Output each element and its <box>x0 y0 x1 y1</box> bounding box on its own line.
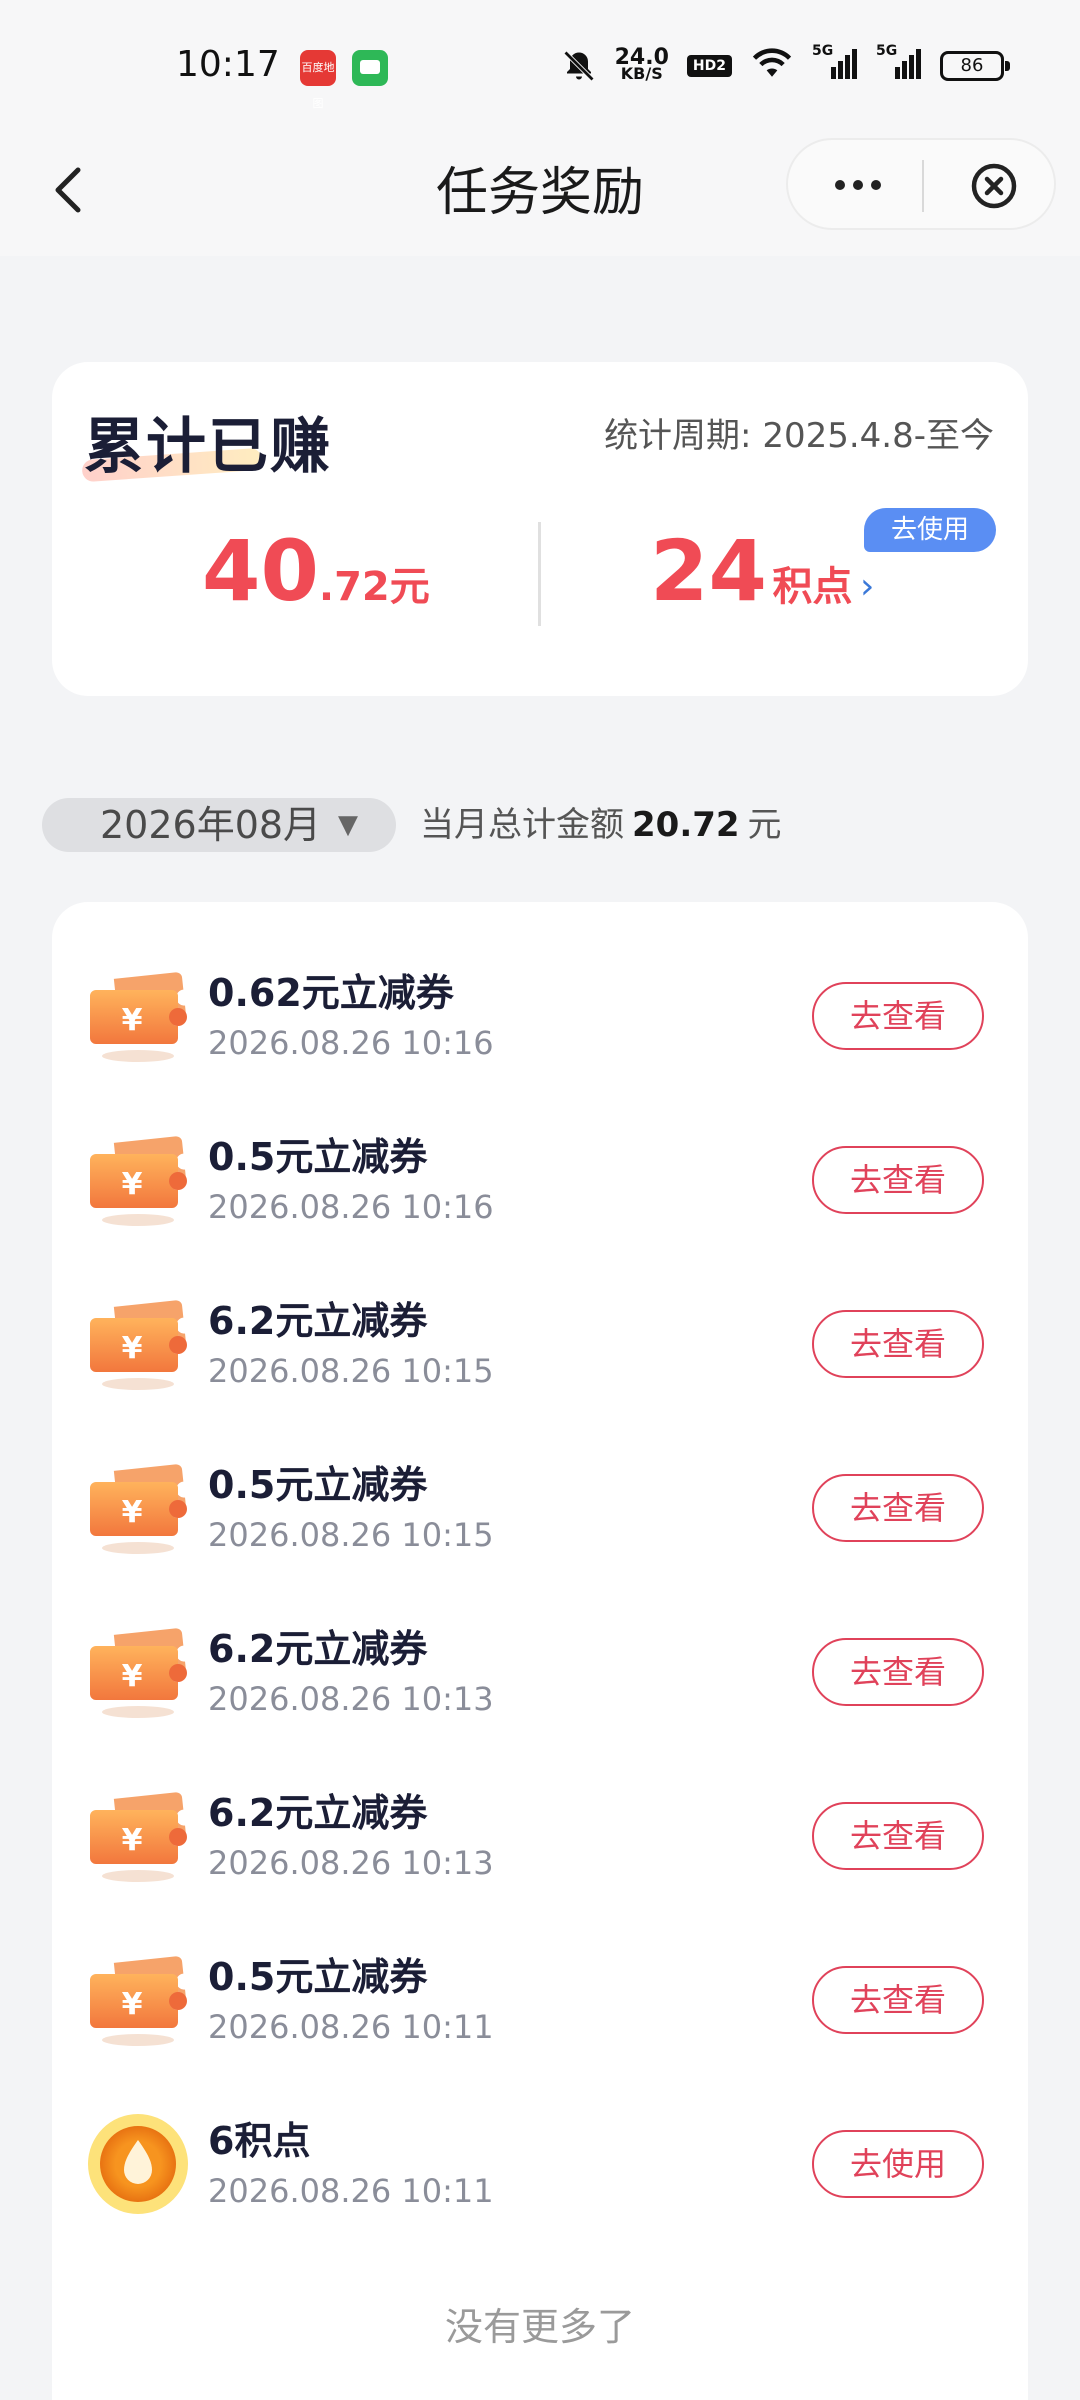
reward-title: 0.62元立减券 <box>208 971 454 1015</box>
month-total-label: 当月总计金额 <box>420 805 624 845</box>
more-button[interactable] <box>828 160 888 210</box>
reward-time: 2026.08.26 10:15 <box>208 1516 494 1554</box>
selected-month: 2026年08月 <box>100 803 322 847</box>
reward-row: ¥ 6.2元立减券 2026.08.26 10:13 去查看 <box>52 1580 1028 1744</box>
chevron-right-icon[interactable]: › <box>860 566 874 607</box>
reward-title: 0.5元立减券 <box>208 1463 428 1507</box>
reward-time: 2026.08.26 10:15 <box>208 1352 494 1390</box>
month-selector[interactable]: 2026年08月 ▼ <box>42 798 396 852</box>
use-button[interactable]: 去使用 <box>812 2130 984 2198</box>
reward-title: 6.2元立减券 <box>208 1791 428 1835</box>
signal-5g-icon-1: 5G <box>812 43 858 85</box>
month-total: 当月总计金额 20.72 元 <box>420 798 782 852</box>
silent-bell-icon <box>561 48 597 84</box>
list-end-text: 没有更多了 <box>444 2305 635 2349</box>
svg-text:¥: ¥ <box>122 1495 143 1530</box>
nav-bar: 任务奖励 <box>0 130 1080 256</box>
mini-program-capsule <box>786 138 1056 230</box>
close-button[interactable] <box>966 158 1022 214</box>
reward-row: ¥ 6.2元立减券 2026.08.26 10:13 去查看 <box>52 1744 1028 1908</box>
points-unit: 积点 <box>772 564 853 610</box>
coupon-icon: ¥ <box>86 1620 190 1724</box>
svg-text:¥: ¥ <box>122 1987 143 2022</box>
reward-row: ¥ 6.2元立减券 2026.08.26 10:15 去查看 <box>52 1252 1028 1416</box>
coupon-icon: ¥ <box>86 1128 190 1232</box>
view-button[interactable]: 去查看 <box>812 1966 984 2034</box>
reward-title: 6积点 <box>208 2119 311 2163</box>
points-integer: 24 <box>650 522 767 620</box>
reward-title: 0.5元立减券 <box>208 1955 428 1999</box>
reward-row: ¥ 0.62元立减券 2026.08.26 10:16 去查看 <box>52 924 1028 1088</box>
points-coin-icon <box>86 2112 190 2216</box>
reward-row: 6积点 2026.08.26 10:11 去使用 <box>52 2072 1028 2236</box>
svg-text:¥: ¥ <box>122 1331 143 1366</box>
status-bar: 10:17 百度地图 24.0 KB/S HD2 5G 5G 86 <box>0 0 1080 130</box>
month-total-unit: 元 <box>747 805 782 845</box>
status-time: 10:17 <box>176 44 280 85</box>
reward-title: 6.2元立减券 <box>208 1299 428 1343</box>
coupon-icon: ¥ <box>86 1456 190 1560</box>
reward-row: ¥ 0.5元立减券 2026.08.26 10:16 去查看 <box>52 1088 1028 1252</box>
total-points[interactable]: 24 积点 <box>650 522 852 620</box>
reward-row: ¥ 0.5元立减券 2026.08.26 10:15 去查看 <box>52 1416 1028 1580</box>
month-total-amount: 20.72 <box>632 805 740 845</box>
rewards-list: ¥ 0.62元立减券 2026.08.26 10:16 去查看 ¥ 0.5元立减券 2… <box>52 902 1028 2400</box>
reward-time: 2026.08.26 10:11 <box>208 2008 494 2046</box>
more-dots-icon <box>835 180 881 190</box>
money-decimal: .72 <box>318 564 390 610</box>
close-circle-icon <box>971 163 1017 209</box>
baidu-map-app-icon: 百度地图 <box>300 50 336 110</box>
statistics-period: 统计周期: 2025.4.8-至今 <box>604 416 994 456</box>
reward-time: 2026.08.26 10:13 <box>208 1844 494 1882</box>
caret-down-icon: ▼ <box>338 810 358 840</box>
coupon-icon: ¥ <box>86 1784 190 1888</box>
money-integer: 40 <box>202 522 319 620</box>
view-button[interactable]: 去查看 <box>812 982 984 1050</box>
messages-app-icon <box>352 50 388 86</box>
network-speed: 24.0 KB/S <box>614 45 669 83</box>
battery-icon: 86 <box>940 51 1010 81</box>
capsule-divider <box>922 160 924 212</box>
coupon-icon: ¥ <box>86 964 190 1068</box>
svg-text:¥: ¥ <box>122 1659 143 1694</box>
svg-text:¥: ¥ <box>122 1823 143 1858</box>
svg-text:¥: ¥ <box>122 1003 143 1038</box>
use-points-badge[interactable]: 去使用 <box>864 508 996 552</box>
status-indicators: 24.0 KB/S HD2 5G 5G 86 <box>561 43 1010 88</box>
earnings-summary-card: 累计已赚 统计周期: 2025.4.8-至今 40.72元 24 积点 › 去使… <box>52 362 1028 696</box>
wifi-icon <box>750 47 794 85</box>
view-button[interactable]: 去查看 <box>812 1474 984 1542</box>
reward-row: ¥ 0.5元立减券 2026.08.26 10:11 去查看 <box>52 1908 1028 2072</box>
summary-title: 累计已赚 <box>84 412 332 482</box>
reward-title: 0.5元立减券 <box>208 1135 428 1179</box>
reward-time: 2026.08.26 10:16 <box>208 1188 494 1226</box>
view-button[interactable]: 去查看 <box>812 1310 984 1378</box>
svg-text:¥: ¥ <box>122 1167 143 1202</box>
total-money: 40.72元 <box>202 522 430 620</box>
view-button[interactable]: 去查看 <box>812 1802 984 1870</box>
view-button[interactable]: 去查看 <box>812 1146 984 1214</box>
view-button[interactable]: 去查看 <box>812 1638 984 1706</box>
money-unit: 元 <box>389 564 430 610</box>
coupon-icon: ¥ <box>86 1948 190 2052</box>
reward-time: 2026.08.26 10:16 <box>208 1024 494 1062</box>
hd-voice-icon: HD2 <box>686 55 732 77</box>
coupon-icon: ¥ <box>86 1292 190 1396</box>
summary-divider <box>538 522 541 626</box>
reward-time: 2026.08.26 10:13 <box>208 1680 494 1718</box>
reward-title: 6.2元立减券 <box>208 1627 428 1671</box>
signal-5g-icon-2: 5G <box>876 43 922 85</box>
reward-time: 2026.08.26 10:11 <box>208 2172 494 2210</box>
